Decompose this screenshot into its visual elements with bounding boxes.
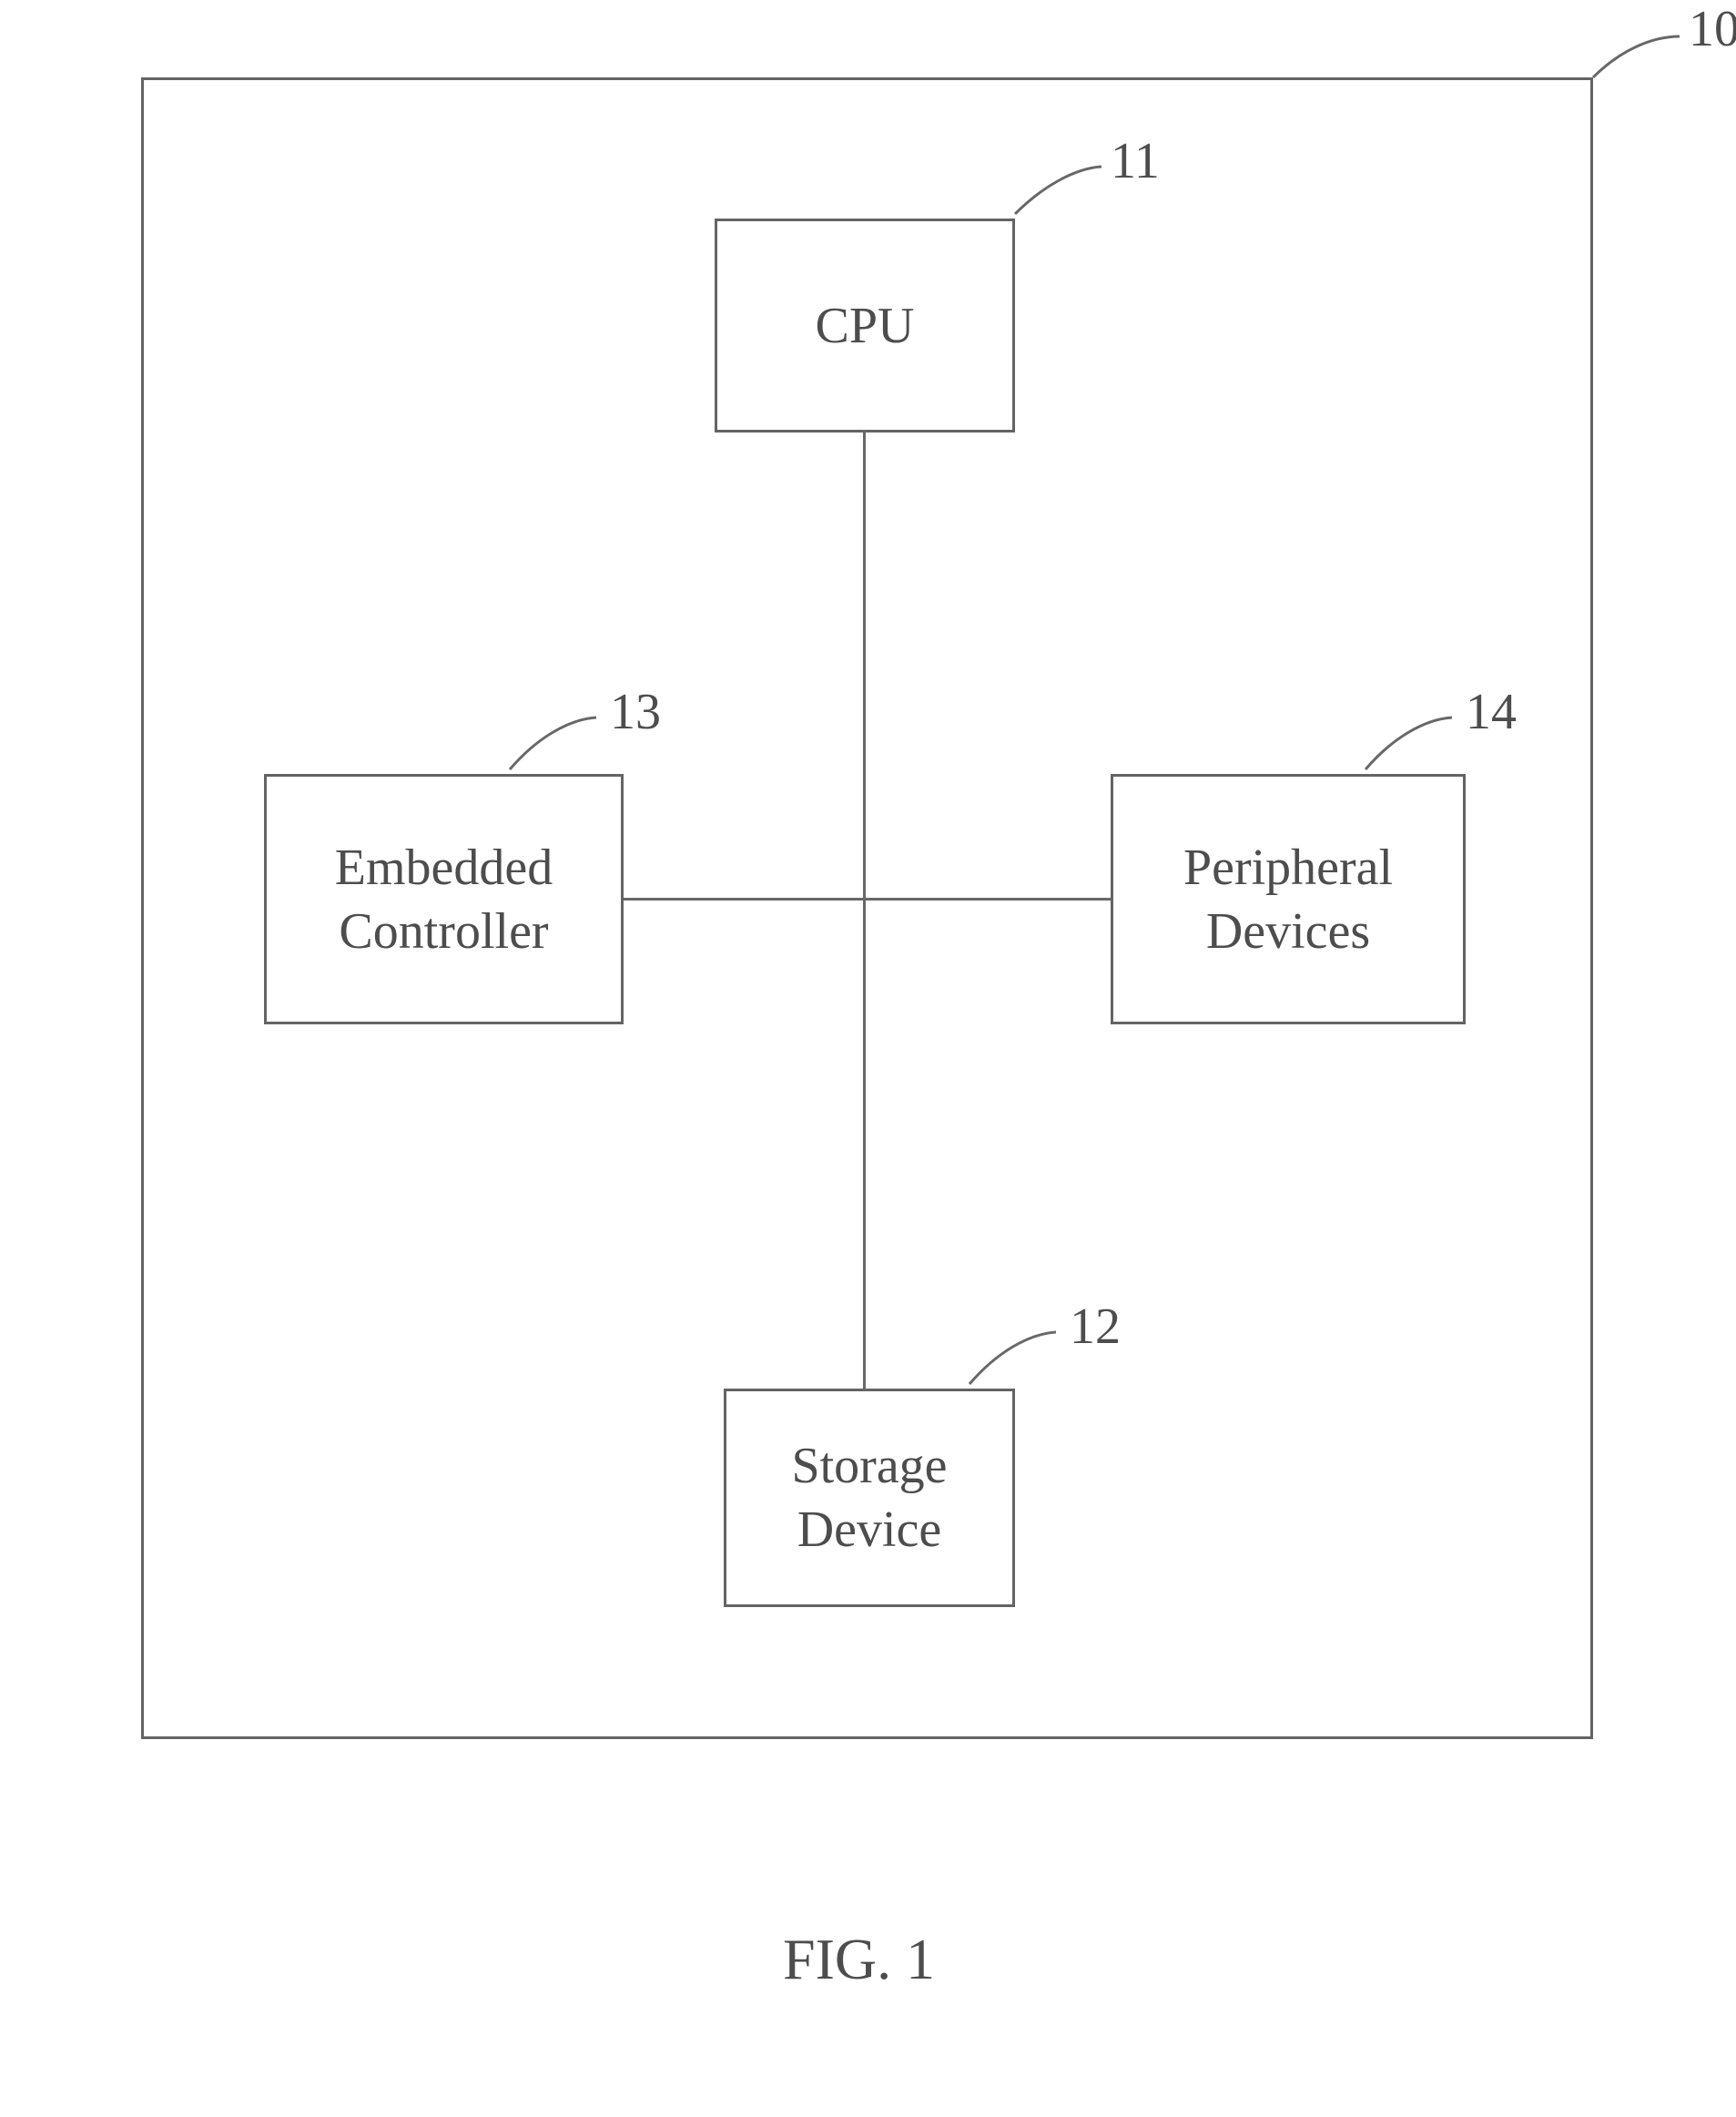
peripheral-box: Peripheral Devices [1111, 774, 1466, 1024]
controller-label: Embedded Controller [335, 836, 553, 963]
leader-11 [1010, 159, 1120, 223]
leader-12 [965, 1325, 1074, 1393]
cpu-box: CPU [715, 219, 1015, 433]
figure-caption: FIG. 1 [783, 1926, 935, 1993]
ref-outer: 10 [1689, 0, 1736, 58]
controller-box: Embedded Controller [264, 774, 624, 1024]
cpu-label: CPU [816, 294, 915, 358]
bus-vertical [863, 433, 866, 1389]
storage-box: Storage Device [724, 1389, 1015, 1607]
leader-10 [1589, 27, 1698, 91]
bus-horizontal [624, 898, 1111, 901]
peripheral-label: Peripheral Devices [1183, 836, 1393, 963]
ref-storage: 12 [1070, 1298, 1121, 1356]
figure-canvas: 10 CPU 11 Embedded Controller 13 Periphe… [0, 0, 1736, 2117]
ref-cpu: 11 [1111, 132, 1160, 190]
leader-13 [505, 710, 614, 779]
leader-14 [1361, 710, 1470, 779]
ref-peripheral: 14 [1466, 683, 1517, 741]
ref-controller: 13 [610, 683, 661, 741]
storage-label: Storage Device [791, 1434, 947, 1562]
